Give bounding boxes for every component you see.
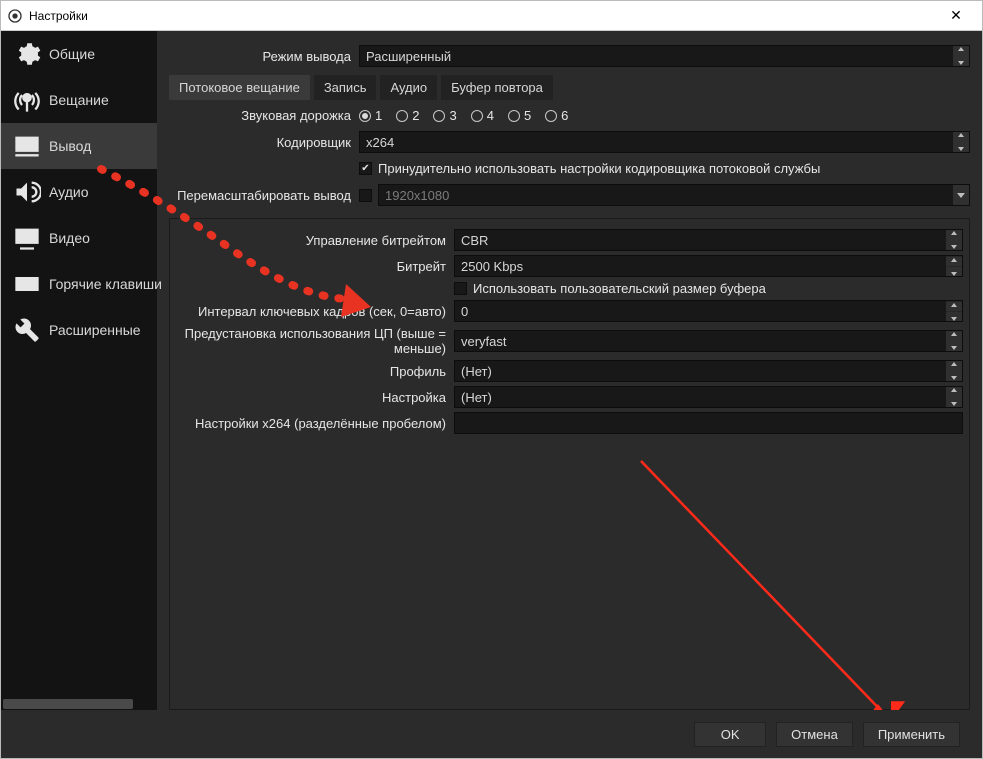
bitrate-label: Битрейт xyxy=(176,259,454,274)
sidebar-item-label: Расширенные xyxy=(49,322,141,338)
video-icon xyxy=(13,224,41,252)
audio-track-4[interactable]: 4 xyxy=(471,108,494,123)
encoder-select[interactable]: x264 xyxy=(359,131,970,153)
rescale-resolution-select[interactable]: 1920x1080 xyxy=(378,184,970,206)
sidebar-item-output[interactable]: Вывод xyxy=(1,123,157,169)
rescale-value: 1920x1080 xyxy=(385,188,449,203)
audio-track-6[interactable]: 6 xyxy=(545,108,568,123)
x264opts-input[interactable] xyxy=(454,412,963,434)
audio-track-5[interactable]: 5 xyxy=(508,108,531,123)
output-tabs: Потоковое вещание Запись Аудио Буфер пов… xyxy=(169,75,970,100)
sidebar-item-label: Вывод xyxy=(49,138,91,154)
sidebar-item-general[interactable]: Общие xyxy=(1,31,157,77)
sidebar-scrollbar[interactable] xyxy=(1,698,157,710)
rate-control-label: Управление битрейтом xyxy=(176,233,454,248)
sidebar-item-video[interactable]: Видео xyxy=(1,215,157,261)
tab-replay-buffer[interactable]: Буфер повтора xyxy=(441,75,553,100)
content: Режим вывода Расширенный Потоковое вещан… xyxy=(157,31,982,710)
sidebar-item-stream[interactable]: Вещание xyxy=(1,77,157,123)
enforce-settings-label: Принудительно использовать настройки код… xyxy=(378,161,820,176)
keyboard-icon xyxy=(13,270,41,298)
close-button[interactable]: ✕ xyxy=(936,7,976,24)
cpu-preset-label: Предустановка использования ЦП (выше = м… xyxy=(176,326,454,356)
tune-label: Настройка xyxy=(176,390,454,405)
broadcast-icon xyxy=(13,86,41,114)
sidebar: Общие Вещание Вывод Аудио Видео xyxy=(1,31,157,710)
audio-icon xyxy=(13,178,41,206)
titlebar: Настройки ✕ xyxy=(1,1,982,31)
sidebar-item-label: Общие xyxy=(49,46,95,62)
client-area: Общие Вещание Вывод Аудио Видео xyxy=(1,31,982,758)
tune-select[interactable]: (Нет) xyxy=(454,386,963,408)
keyint-input[interactable]: 0 xyxy=(454,300,963,322)
tab-recording[interactable]: Запись xyxy=(314,75,377,100)
encoder-settings-panel: Управление битрейтом CBR Битрейт 2500 Kb… xyxy=(169,218,970,710)
encoder-value: x264 xyxy=(366,135,394,150)
cpu-preset-select[interactable]: veryfast xyxy=(454,330,963,352)
output-mode-label: Режим вывода xyxy=(169,49,359,64)
bitrate-input[interactable]: 2500 Kbps xyxy=(454,255,963,277)
output-mode-value: Расширенный xyxy=(366,49,451,64)
sidebar-item-label: Горячие клавиши xyxy=(49,276,162,292)
audio-track-2[interactable]: 2 xyxy=(396,108,419,123)
custom-buffer-checkbox[interactable] xyxy=(454,282,467,295)
output-icon xyxy=(13,132,41,160)
cancel-button[interactable]: Отмена xyxy=(776,722,853,747)
audio-track-label: Звуковая дорожка xyxy=(169,108,359,123)
apply-button[interactable]: Применить xyxy=(863,722,960,747)
keyint-label: Интервал ключевых кадров (сек, 0=авто) xyxy=(176,304,454,319)
profile-label: Профиль xyxy=(176,364,454,379)
sidebar-item-advanced[interactable]: Расширенные xyxy=(1,307,157,353)
sidebar-item-label: Видео xyxy=(49,230,90,246)
custom-buffer-label: Использовать пользовательский размер буф… xyxy=(473,281,766,296)
sidebar-item-label: Вещание xyxy=(49,92,109,108)
enforce-settings-checkbox[interactable] xyxy=(359,162,372,175)
sidebar-item-hotkeys[interactable]: Горячие клавиши xyxy=(1,261,157,307)
audio-track-1[interactable]: 1 xyxy=(359,108,382,123)
sidebar-item-label: Аудио xyxy=(49,184,89,200)
rate-control-select[interactable]: CBR xyxy=(454,229,963,251)
output-mode-select[interactable]: Расширенный xyxy=(359,45,970,67)
rescale-label: Перемасштабировать вывод xyxy=(169,188,359,203)
rescale-checkbox[interactable] xyxy=(359,189,372,202)
tab-streaming[interactable]: Потоковое вещание xyxy=(169,75,310,100)
gear-icon xyxy=(13,40,41,68)
ok-button[interactable]: OK xyxy=(694,722,766,747)
tab-audio[interactable]: Аудио xyxy=(380,75,437,100)
tools-icon xyxy=(13,316,41,344)
dialog-footer: OK Отмена Применить xyxy=(1,710,982,758)
encoder-label: Кодировщик xyxy=(169,135,359,150)
app-icon xyxy=(7,8,23,24)
profile-select[interactable]: (Нет) xyxy=(454,360,963,382)
audio-track-3[interactable]: 3 xyxy=(433,108,456,123)
window-title: Настройки xyxy=(29,9,936,23)
audio-track-radios: 1 2 3 4 5 6 xyxy=(359,108,970,123)
sidebar-item-audio[interactable]: Аудио xyxy=(1,169,157,215)
settings-window: Настройки ✕ Общие Вещание Вывод xyxy=(0,0,983,759)
x264opts-label: Настройки x264 (разделённые пробелом) xyxy=(176,416,454,431)
